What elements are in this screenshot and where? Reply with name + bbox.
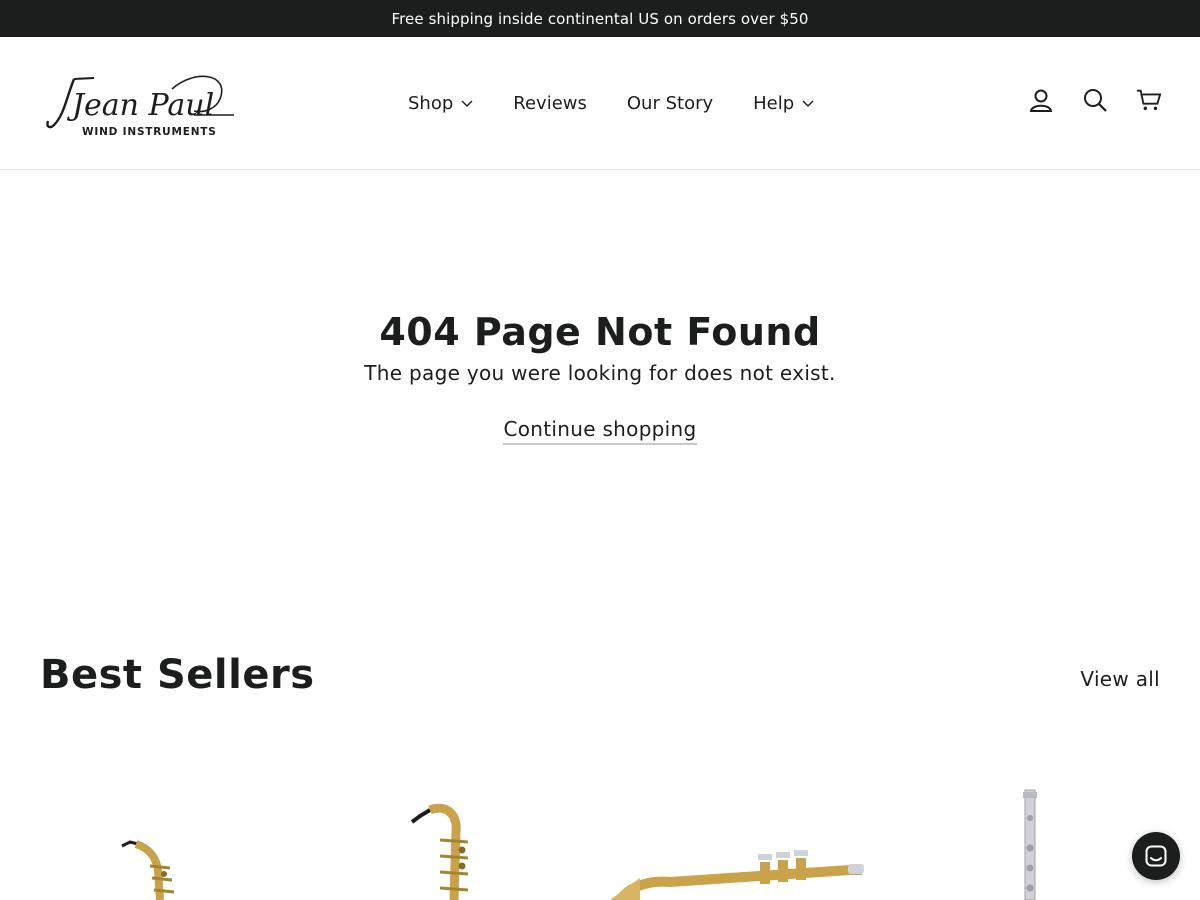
- continue-shopping-link[interactable]: Continue shopping: [503, 417, 697, 445]
- nav-help[interactable]: Help: [753, 93, 814, 114]
- logo-subtext: WIND INSTRUMENTS: [82, 126, 217, 138]
- site-header: Jean Paul WIND INSTRUMENTS Shop Reviews …: [0, 37, 1200, 170]
- nav-our-story[interactable]: Our Story: [627, 93, 713, 114]
- trumpet-image: [610, 850, 864, 900]
- tenor-saxophone-image: [410, 803, 469, 900]
- nav-our-story-label: Our Story: [626, 92, 714, 114]
- announcement-bar: Free shipping inside continental US on o…: [0, 0, 1200, 37]
- chevron-down-icon: [802, 97, 814, 109]
- not-found-message: The page you were looking for does not e…: [364, 361, 836, 385]
- header-icons: [1028, 87, 1162, 113]
- not-found-section: 404 Page Not Found The page you were loo…: [0, 305, 1200, 445]
- nav-reviews-label: Reviews: [513, 92, 587, 114]
- page-title: 404 Page Not Found: [379, 310, 821, 354]
- announcement-text: Free shipping inside continental US on o…: [391, 9, 809, 28]
- product-card-tenor-saxophone[interactable]: [390, 770, 500, 900]
- view-all-link[interactable]: View all: [1080, 667, 1160, 691]
- product-card-flute[interactable]: [990, 770, 1080, 900]
- chat-icon: [1145, 845, 1167, 867]
- best-sellers-title: Best Sellers: [40, 652, 315, 698]
- nav-reviews[interactable]: Reviews: [513, 93, 587, 114]
- chevron-down-icon: [461, 97, 473, 109]
- nav-shop-label: Shop: [408, 92, 454, 114]
- cart-icon[interactable]: [1136, 87, 1162, 113]
- brand-logo[interactable]: Jean Paul WIND INSTRUMENTS: [44, 69, 236, 141]
- nav-help-label: Help: [753, 92, 795, 114]
- product-card-trumpet[interactable]: [610, 770, 880, 900]
- account-icon[interactable]: [1028, 87, 1054, 113]
- nav-shop[interactable]: Shop: [408, 93, 473, 114]
- search-icon[interactable]: [1082, 87, 1108, 113]
- flute-image: [1023, 789, 1037, 900]
- alto-saxophone-image: [121, 840, 175, 900]
- logo-text: Jean Paul: [66, 88, 214, 123]
- main-nav: Shop Reviews Our Story Help: [408, 90, 814, 116]
- chat-launcher-button[interactable]: [1132, 832, 1180, 880]
- product-card-alto-saxophone[interactable]: [100, 770, 210, 900]
